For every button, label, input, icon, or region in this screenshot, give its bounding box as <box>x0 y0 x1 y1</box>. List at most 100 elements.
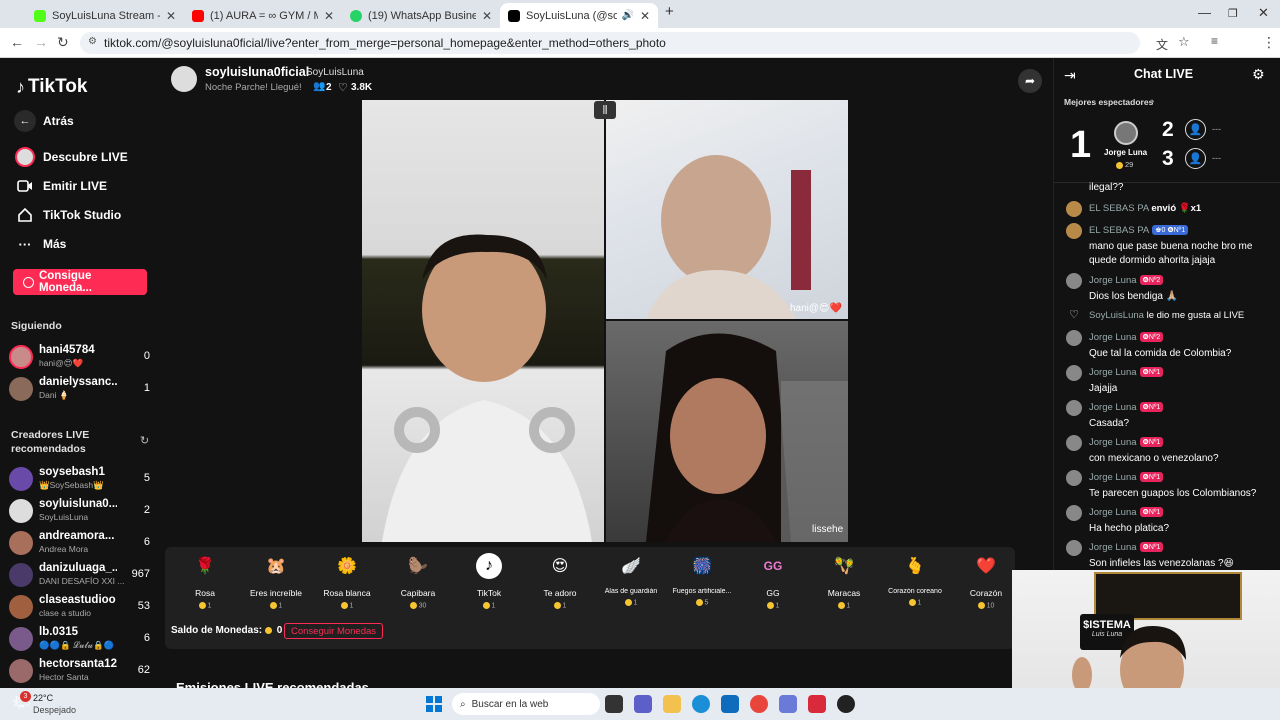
heart-icon: ♡ <box>338 82 348 94</box>
gift-price: 1 <box>814 602 874 609</box>
bookmark-star-icon[interactable]: ☆ <box>1178 34 1190 50</box>
gift-price-value: 30 <box>418 602 427 610</box>
gift-tiktok[interactable]: ♪ TikTok 1 <box>459 553 519 609</box>
chat-username[interactable]: Jorge Luna <box>1089 275 1137 286</box>
host-avatar[interactable] <box>171 66 197 92</box>
chat-username[interactable]: Jorge Luna <box>1089 507 1137 518</box>
coin-icon <box>264 626 272 634</box>
gift-te-adoro[interactable]: 😍 Te adoro 1 <box>530 553 590 609</box>
collapse-chat-icon[interactable]: ⇥ <box>1064 67 1076 84</box>
teams-icon[interactable] <box>634 695 652 713</box>
creator-item[interactable]: lb.0315 🔵🔵🔒 𝓛𝓾𝓵𝓾🔒🔵 6 <box>9 625 154 653</box>
store-icon[interactable] <box>721 695 739 713</box>
creator-item[interactable]: hectorsanta12 Hector Santa 62 <box>9 657 154 685</box>
chat-username[interactable]: Jorge Luna <box>1089 542 1137 553</box>
chat-like-text: le dio me gusta al LIVE <box>1146 310 1245 321</box>
avatar <box>1066 201 1082 217</box>
gift-alas-de-guardian[interactable]: 🪽 Alas de guardián 1 <box>601 553 661 606</box>
host-username[interactable]: soyluisluna0ficial <box>205 65 309 79</box>
creator-item[interactable]: andreamora... Andrea Mora 6 <box>9 529 154 557</box>
wings-icon: 🪽 <box>621 558 641 575</box>
translate-icon[interactable]: 文 <box>1156 36 1168 53</box>
nav-descubre-live[interactable]: Descubre LIVE <box>14 146 128 168</box>
top-viewer-avatar[interactable] <box>1114 121 1138 145</box>
close-tab-icon[interactable]: ✕ <box>166 9 176 23</box>
taskbar-search-box[interactable]: ⌕ Buscar en la web <box>452 693 600 715</box>
browser-tab-tiktok[interactable]: SoyLuisLuna (@soyluisluna 🔊 ✕ <box>500 3 658 28</box>
gift-fuegos-artificiales[interactable]: 🎆 Fuegos artificiale... 5 <box>672 553 732 606</box>
browser-tab-youtube[interactable]: (1) AURA = ∞ GYM / MOTIVAT ✕ <box>184 3 342 28</box>
new-tab-button[interactable]: + <box>665 3 674 20</box>
gift-corazon[interactable]: ❤️ Corazón 10 <box>956 553 1016 609</box>
top-viewers-label[interactable]: Mejores espectadores <box>1064 97 1153 107</box>
refresh-icon[interactable]: ↻ <box>140 434 149 447</box>
following-item[interactable]: danielyssanc... Dani 🍦 1 <box>9 375 154 403</box>
close-tab-icon[interactable]: ✕ <box>640 9 650 23</box>
chat-username[interactable]: SoyLuisLuna <box>1089 310 1144 321</box>
app-icon[interactable] <box>779 695 797 713</box>
gift-gg[interactable]: GG GG 1 <box>743 553 803 609</box>
nav-tiktok-studio[interactable]: TikTok Studio <box>14 204 121 226</box>
back-label: Atrás <box>43 114 74 128</box>
avatar <box>9 659 33 683</box>
host-video-stream[interactable] <box>362 100 604 542</box>
share-icon[interactable]: ➦ <box>1018 69 1042 93</box>
search-icon: ⌕ <box>460 698 466 710</box>
heart-eyes-icon: 😍 <box>551 558 569 575</box>
back-arrow-icon[interactable]: ← <box>10 34 24 50</box>
nav-mas[interactable]: ··· Más <box>14 233 67 255</box>
chat-username[interactable]: Jorge Luna <box>1089 332 1137 343</box>
gift-capibara[interactable]: 🦫 Capibara 30 <box>388 553 448 609</box>
creator-item[interactable]: soysebash1 👑SoySebash👑 5 <box>9 465 154 493</box>
maximize-button[interactable]: ❐ <box>1228 7 1238 20</box>
back-link[interactable]: ← Atrás <box>14 110 74 132</box>
windows-start-icon[interactable] <box>426 696 442 712</box>
site-info-icon[interactable]: ⚙ <box>88 36 97 47</box>
forward-arrow-icon[interactable]: → <box>34 34 48 50</box>
chat-message-text: Ha hecho platica? <box>1089 523 1170 534</box>
reading-list-icon[interactable]: ≡ <box>1211 34 1218 48</box>
gift-rosa-blanca[interactable]: 🌼 Rosa blanca 1 <box>317 553 377 609</box>
app-red-icon[interactable] <box>808 695 826 713</box>
chrome-icon[interactable] <box>750 695 768 713</box>
gift-eres-increible[interactable]: 🐹 Eres increíble 1 <box>246 553 306 609</box>
chat-username[interactable]: Jorge Luna <box>1089 402 1137 413</box>
chat-username[interactable]: Jorge Luna <box>1089 472 1137 483</box>
coin-icon <box>908 599 916 606</box>
gift-maracas[interactable]: 🪇 Maracas 1 <box>814 553 874 609</box>
settings-gear-icon[interactable]: ⚙ <box>1252 66 1265 83</box>
audio-icon[interactable]: 🔊 <box>621 10 633 21</box>
creator-item[interactable]: soyluisluna0... SoyLuisLuna 2 <box>9 497 154 525</box>
close-tab-icon[interactable]: ✕ <box>482 9 492 23</box>
gift-rosa[interactable]: 🌹 Rosa 1 <box>175 553 235 609</box>
chat-username[interactable]: EL SEBAS PA <box>1089 225 1149 236</box>
get-coins-button[interactable]: Consigue Moneda... <box>13 269 147 295</box>
layout-handle-icon[interactable]: ⫼ <box>594 101 616 119</box>
reload-icon[interactable]: ↻ <box>57 34 69 51</box>
app-dark-icon[interactable] <box>837 695 855 713</box>
menu-kebab-icon[interactable]: ⋮ <box>1262 34 1276 51</box>
close-tab-icon[interactable]: ✕ <box>324 9 334 23</box>
guest-video-stream-1[interactable]: hani@😍❤️ <box>606 100 848 319</box>
url-field[interactable]: ⚙ tiktok.com/@soyluisluna0ficial/live?en… <box>80 32 1140 54</box>
browser-tab-kick[interactable]: SoyLuisLuna Stream - Watch Li ✕ <box>26 3 184 28</box>
edge-icon[interactable] <box>692 695 710 713</box>
get-coins-link-button[interactable]: Conseguir Monedas <box>284 623 384 639</box>
close-window-button[interactable]: ✕ <box>1258 5 1269 21</box>
following-item[interactable]: hani45784 hani@😍❤️ 0 <box>9 343 154 371</box>
creator-item[interactable]: danizuluaga_... DANI DESAFÍO XXI ... 967 <box>9 561 154 589</box>
chat-username[interactable]: Jorge Luna <box>1089 437 1137 448</box>
gift-corazon-coreano[interactable]: 🫰 Corazón coreano 1 <box>885 553 945 606</box>
chat-message-text: Jajajja <box>1089 383 1118 394</box>
minimize-button[interactable]: — <box>1198 5 1211 20</box>
nav-emitir-live[interactable]: Emitir LIVE <box>14 175 107 197</box>
file-explorer-icon[interactable] <box>663 695 681 713</box>
tiktok-logo[interactable]: ♪ TikTok <box>16 76 87 98</box>
chat-username[interactable]: Jorge Luna <box>1089 367 1137 378</box>
chat-username[interactable]: EL SEBAS PA <box>1089 203 1149 214</box>
gift-price: 10 <box>956 602 1016 609</box>
creator-item[interactable]: claseastudioo clase a studio 53 <box>9 593 154 621</box>
guest-video-stream-2[interactable]: lissehe <box>606 321 848 542</box>
task-view-icon[interactable] <box>605 695 623 713</box>
browser-tab-whatsapp[interactable]: (19) WhatsApp Business ✕ <box>342 3 500 28</box>
